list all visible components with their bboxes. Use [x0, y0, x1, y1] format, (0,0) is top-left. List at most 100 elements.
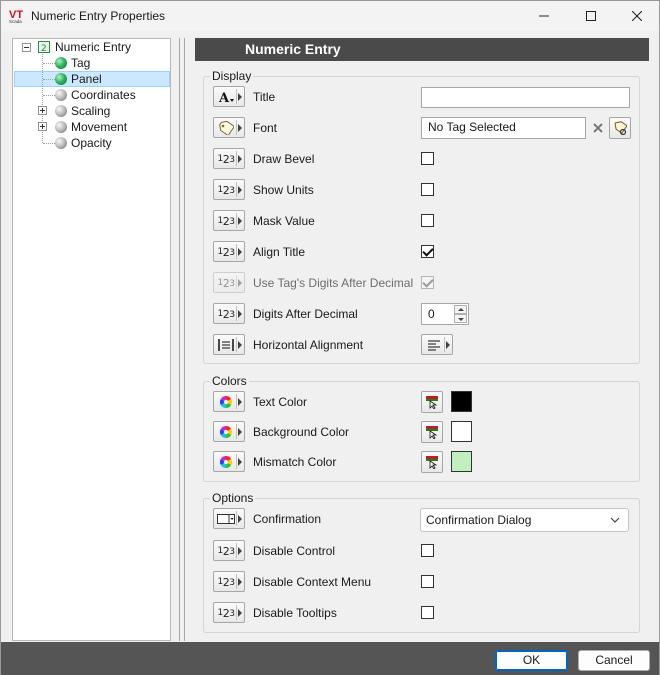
tree-item-panel[interactable]: Panel	[71, 71, 102, 87]
pane-splitter[interactable]	[179, 38, 185, 641]
align-left-icon	[425, 337, 443, 353]
disable-control-checkbox[interactable]	[421, 544, 434, 557]
confirmation-dropdown[interactable]: Confirmation Dialog	[420, 508, 629, 532]
caret-right-icon	[238, 124, 242, 132]
combo-box-icon	[217, 511, 235, 527]
color-wheel-icon	[217, 454, 235, 470]
tree-item-scaling[interactable]: Scaling	[71, 103, 110, 119]
confirmation-value: Confirmation Dialog	[426, 513, 532, 527]
caret-right-icon	[238, 341, 242, 349]
mismatch-color-swatch[interactable]	[451, 451, 472, 472]
svg-text:2: 2	[41, 44, 47, 53]
disable-tooltips-prop-button[interactable]: 123	[213, 602, 245, 623]
clear-icon[interactable]	[589, 119, 607, 137]
caret-right-icon	[238, 398, 242, 406]
draw-bevel-prop-button[interactable]: 123	[213, 148, 245, 169]
background-color-prop-button[interactable]	[213, 421, 245, 442]
align-title-label: Align Title	[253, 245, 306, 259]
font-tag-field[interactable]: No Tag Selected	[421, 117, 586, 139]
display-group-label: Display	[210, 69, 254, 83]
align-title-checkbox[interactable]	[421, 245, 434, 258]
digits-spinner[interactable]: 0	[421, 303, 469, 325]
halign-prop-button[interactable]	[213, 334, 245, 355]
minimize-button[interactable]	[521, 1, 567, 31]
text-color-swatch[interactable]	[451, 391, 472, 412]
background-color-label: Background Color	[253, 425, 350, 439]
tree-expand-movement-toggle[interactable]	[38, 122, 47, 131]
gray-ball-icon	[55, 137, 67, 149]
disable-tooltips-checkbox[interactable]	[421, 606, 434, 619]
color-wheel-icon	[217, 394, 235, 410]
disable-context-menu-prop-button[interactable]: 123	[213, 571, 245, 592]
tree-item-tag[interactable]: Tag	[71, 55, 90, 71]
gray-ball-icon	[55, 121, 67, 133]
tree-item-numeric-entry[interactable]: Numeric Entry	[55, 39, 131, 55]
digits-prop-button[interactable]: 123	[213, 303, 245, 324]
title-input[interactable]	[421, 87, 630, 108]
spin-up-button[interactable]	[454, 305, 467, 314]
disable-control-label: Disable Control	[253, 544, 336, 558]
chevron-down-icon	[610, 517, 620, 523]
svg-text:A: A	[218, 91, 230, 104]
tree-item-movement[interactable]: Movement	[71, 119, 127, 135]
tree-collapse-root-toggle[interactable]	[22, 43, 31, 52]
constant-123-icon: 123	[217, 183, 235, 197]
use-tag-digits-label: Use Tag's Digits After Decimal	[253, 276, 414, 290]
window-title: Numeric Entry Properties	[31, 9, 166, 23]
mask-value-prop-button[interactable]: 123	[213, 210, 245, 231]
color-picker-icon	[426, 426, 438, 439]
maximize-button[interactable]	[568, 1, 614, 31]
background-color-swatch[interactable]	[451, 421, 472, 442]
mask-value-checkbox[interactable]	[421, 214, 434, 227]
show-units-checkbox[interactable]	[421, 183, 434, 196]
align-title-prop-button[interactable]: 123	[213, 241, 245, 262]
mismatch-color-prop-button[interactable]	[213, 451, 245, 472]
halign-label: Horizontal Alignment	[253, 338, 364, 352]
constant-123-icon: 123	[217, 544, 235, 558]
constant-123-icon: 123	[217, 575, 235, 589]
draw-bevel-label: Draw Bevel	[253, 152, 315, 166]
font-prop-button[interactable]	[213, 117, 245, 138]
tree-item-opacity[interactable]: Opacity	[71, 135, 112, 151]
ok-button[interactable]: OK	[495, 650, 568, 671]
draw-bevel-checkbox[interactable]	[421, 152, 434, 165]
disable-context-menu-label: Disable Context Menu	[253, 575, 372, 589]
alignment-icon	[217, 337, 235, 353]
caret-right-icon	[238, 93, 242, 101]
property-tree: 2 Numeric Entry Tag Panel Coordinates Sc…	[12, 38, 171, 641]
text-color-picker-button[interactable]	[421, 391, 443, 413]
text-color-prop-button[interactable]	[213, 391, 245, 412]
constant-123-icon: 123	[217, 245, 235, 259]
disable-control-prop-button[interactable]: 123	[213, 540, 245, 561]
halign-select-button[interactable]	[421, 334, 453, 355]
close-button[interactable]	[614, 1, 660, 31]
background-color-picker-button[interactable]	[421, 421, 443, 443]
font-a-icon: A	[217, 89, 235, 105]
show-units-prop-button[interactable]: 123	[213, 179, 245, 200]
show-units-label: Show Units	[253, 183, 314, 197]
caret-right-icon	[238, 310, 242, 318]
tree-connector	[43, 79, 55, 80]
tree-item-coordinates[interactable]: Coordinates	[71, 87, 136, 103]
constant-123-icon: 123	[217, 152, 235, 166]
title-bar: VT Scada Numeric Entry Properties	[1, 1, 659, 31]
numeric-entry-icon: 2	[38, 41, 50, 54]
constant-123-icon: 123	[217, 214, 235, 228]
svg-text:Scada: Scada	[9, 19, 22, 24]
disable-context-menu-checkbox[interactable]	[421, 575, 434, 588]
title-prop-button[interactable]: A	[213, 86, 245, 107]
tag-browse-button[interactable]	[609, 117, 631, 139]
tree-expand-scaling-toggle[interactable]	[38, 106, 47, 115]
use-tag-digits-checkbox	[421, 276, 434, 289]
confirmation-prop-button[interactable]	[213, 508, 245, 529]
digits-value: 0	[428, 307, 435, 321]
vtscada-logo-icon: VT Scada	[9, 8, 27, 24]
tree-connector	[43, 63, 55, 64]
mask-value-label: Mask Value	[253, 214, 315, 228]
spin-down-button[interactable]	[454, 314, 467, 323]
cancel-button[interactable]: Cancel	[578, 650, 650, 671]
green-ball-icon	[55, 57, 67, 69]
title-label: Title	[253, 90, 276, 104]
mismatch-color-picker-button[interactable]	[421, 451, 443, 473]
caret-right-icon	[238, 155, 242, 163]
